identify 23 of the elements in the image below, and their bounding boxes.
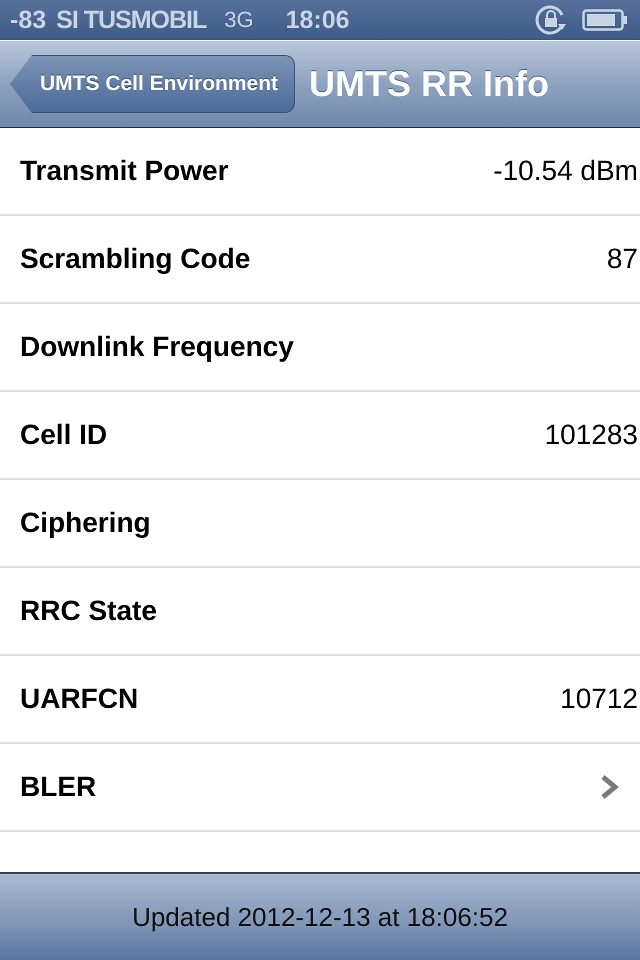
row-label: Scrambling Code xyxy=(20,243,250,275)
rotation-lock-icon xyxy=(534,3,568,37)
network-type: 3G xyxy=(224,7,254,33)
row-label: BLER xyxy=(20,771,96,803)
row-value: 87 xyxy=(606,243,638,275)
table-row[interactable]: BLER xyxy=(0,744,640,832)
battery-icon xyxy=(582,9,628,31)
row-label: Transmit Power xyxy=(20,155,229,187)
row-value: 10712 xyxy=(560,683,638,715)
back-button[interactable]: UMTS Cell Environment xyxy=(10,55,296,113)
row-label: Downlink Frequency xyxy=(20,331,294,363)
row-value: 101283 xyxy=(544,419,638,451)
clock: 18:06 xyxy=(286,6,350,34)
row-label: Ciphering xyxy=(20,507,151,539)
row-label: RRC State xyxy=(20,595,157,627)
row-label: Cell ID xyxy=(20,419,108,451)
signal-strength: -83 xyxy=(10,6,46,34)
carrier-name: SI TUSMOBIL xyxy=(56,6,206,34)
chevron-icon xyxy=(600,774,620,800)
screen-title: UMTS RR Info xyxy=(309,63,549,105)
row-label: UARFCN xyxy=(20,683,138,715)
update-status: Updated 2012-12-13 at 18:06:52 xyxy=(132,902,508,932)
row-value: -10.54 dBm xyxy=(493,155,638,187)
